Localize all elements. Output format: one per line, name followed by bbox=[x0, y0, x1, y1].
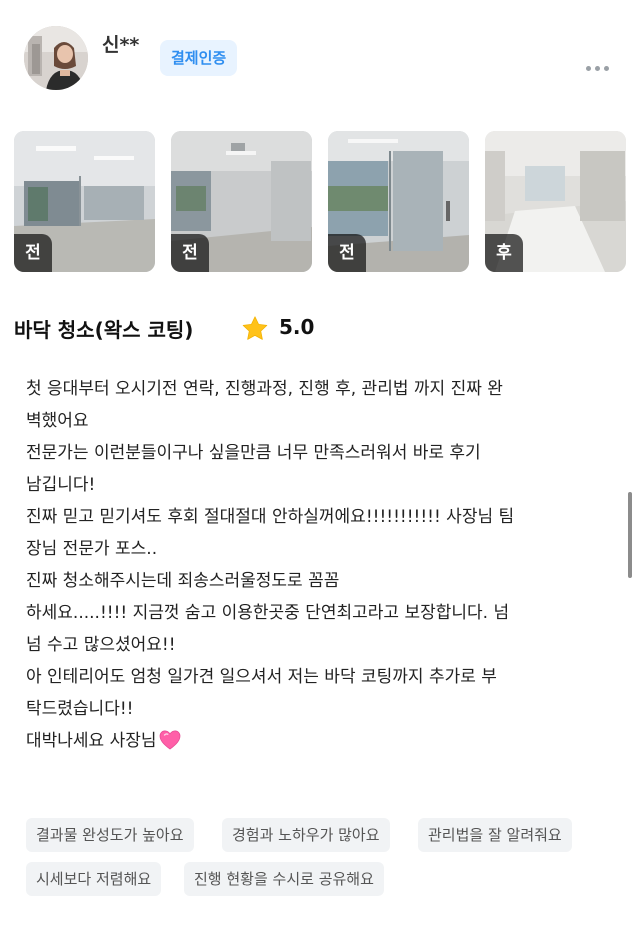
star-icon bbox=[242, 316, 268, 340]
pink-heart-icon bbox=[159, 730, 180, 750]
review-line: 첫 응대부터 오시기전 연락, 진행과정, 진행 후, 관리법 까지 진짜 완 bbox=[26, 379, 503, 399]
review-line-last: 대박나세요 사장님 bbox=[26, 725, 616, 757]
rating-value: 5.0 bbox=[279, 315, 315, 339]
more-dots-icon[interactable] bbox=[586, 56, 616, 71]
keyword-chip: 시세보다 저렴해요 bbox=[26, 862, 162, 896]
photo-tag: 전 bbox=[14, 234, 52, 272]
scrollbar[interactable] bbox=[628, 492, 632, 578]
review-line: 전문가는 이런분들이구나 싶을만큼 너무 만족스러워서 바로 후기 bbox=[26, 443, 481, 463]
photo-after[interactable]: 후 bbox=[485, 131, 626, 272]
keyword-chip: 경험과 노하우가 많아요 bbox=[222, 818, 390, 852]
review-line-text: 대박나세요 사장님 bbox=[26, 731, 157, 751]
review-header: 신** 결제인증 bbox=[24, 26, 624, 96]
reviewer-name: 신** bbox=[102, 34, 140, 56]
review-line: 진짜 청소해주시는데 죄송스러울정도로 꼼꼼 bbox=[26, 571, 340, 591]
photo-before-1[interactable]: 전 bbox=[14, 131, 155, 272]
avatar[interactable] bbox=[24, 26, 88, 90]
review-line: 아 인테리어도 엄청 일가견 일으셔서 저는 바닥 코팅까지 추가로 부 bbox=[26, 667, 497, 687]
payment-verified-badge: 결제인증 bbox=[160, 40, 238, 76]
photo-tag: 후 bbox=[485, 234, 523, 272]
photo-tag: 전 bbox=[171, 234, 209, 272]
review-line: 남깁니다! bbox=[26, 475, 96, 495]
keyword-chip: 관리법을 잘 알려줘요 bbox=[418, 818, 572, 852]
review-line: 하세요.....!!!! 지금껏 숨고 이용한곳중 단연최고라고 보장합니다. … bbox=[26, 603, 510, 623]
review-line: 넘 수고 많으셨어요!! bbox=[26, 635, 176, 655]
photo-before-2[interactable]: 전 bbox=[171, 131, 312, 272]
review-line: 장님 전문가 포스.. bbox=[26, 539, 158, 559]
photo-before-3[interactable]: 전 bbox=[328, 131, 469, 272]
review-line: 진짜 믿고 믿기셔도 후회 절대절대 안하실꺼에요!!!!!!!!!!! 사장님… bbox=[26, 507, 515, 527]
service-title: 바닥 청소(왁스 코팅) bbox=[14, 318, 194, 342]
service-title-row: 바닥 청소(왁스 코팅) 5.0 bbox=[14, 312, 614, 346]
review-text: 첫 응대부터 오시기전 연락, 진행과정, 진행 후, 관리법 까지 진짜 완 … bbox=[26, 373, 616, 757]
keyword-chip: 결과물 완성도가 높아요 bbox=[26, 818, 194, 852]
review-line: 탁드렸습니다!! bbox=[26, 699, 134, 719]
photo-strip: 전 전 전 후 bbox=[14, 131, 626, 272]
photo-tag: 전 bbox=[328, 234, 366, 272]
keyword-chip: 진행 현황을 수시로 공유해요 bbox=[184, 862, 384, 896]
review-line: 벽했어요 bbox=[26, 411, 89, 431]
